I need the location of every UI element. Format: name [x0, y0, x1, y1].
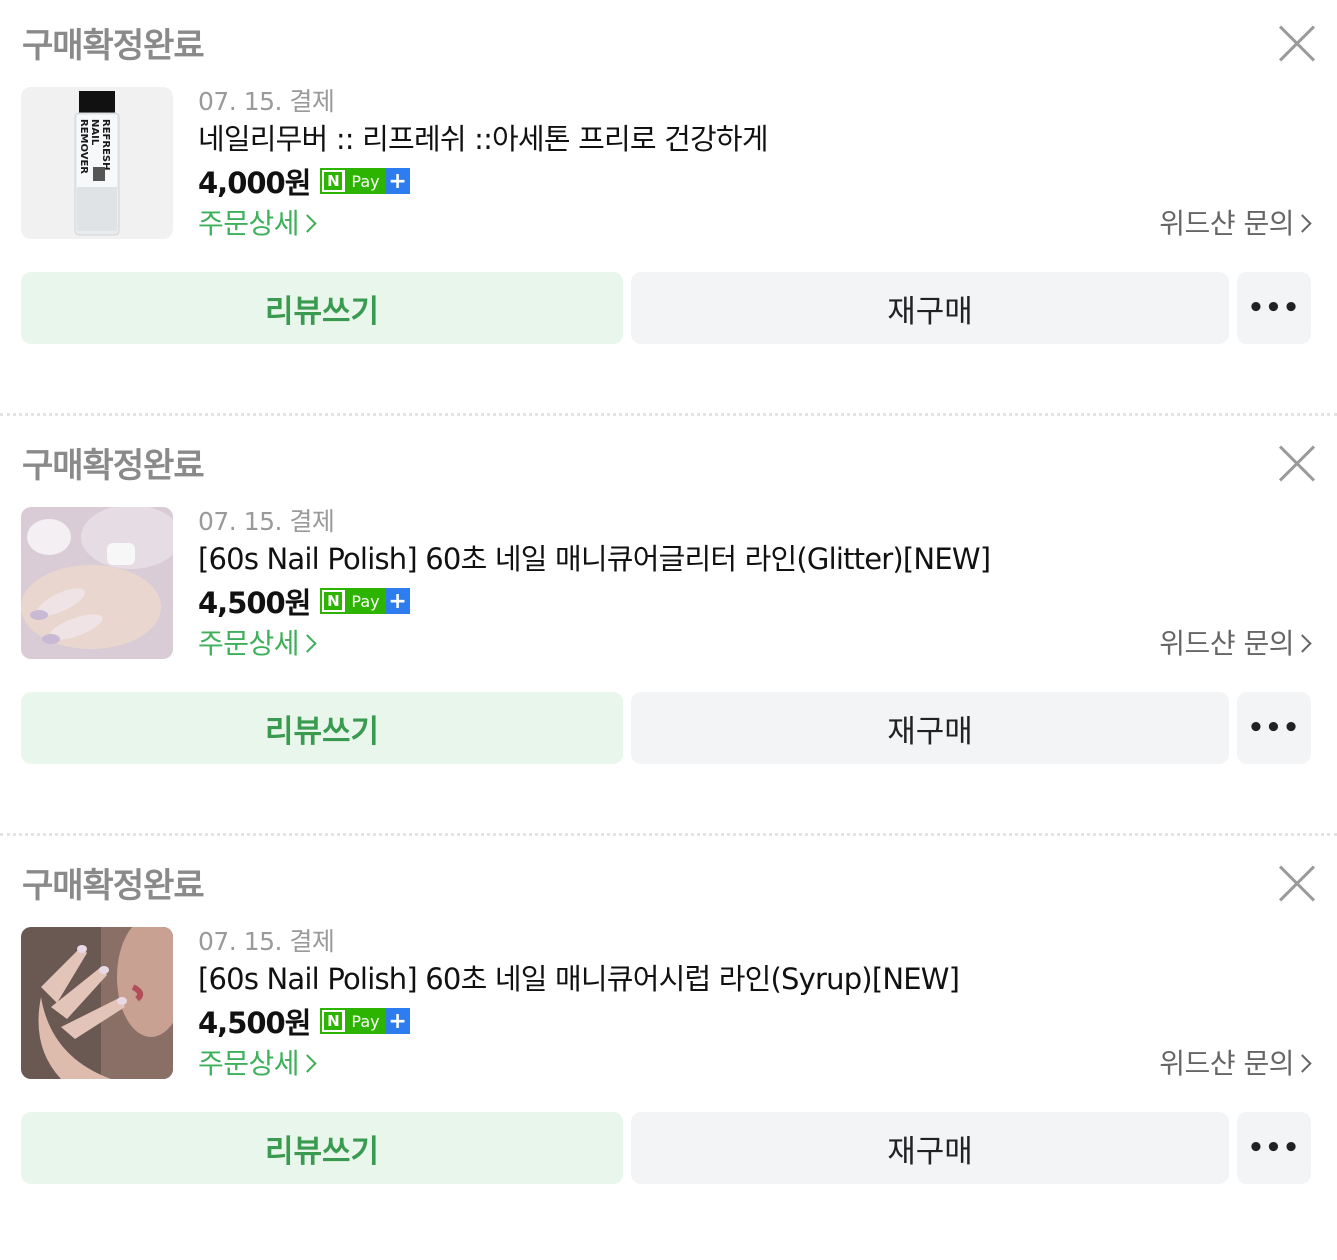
order-card: 구매확정완료 07. 15. 결제 [60s Nail Polish] 60초 …	[0, 413, 1337, 840]
price-row: 4,500원 N Pay +	[198, 1000, 410, 1042]
chevron-right-icon	[298, 1054, 317, 1073]
product-price: 4,500원	[198, 586, 311, 620]
product-thumbnail-glitter[interactable]	[21, 507, 173, 659]
manicure-hand-image	[21, 507, 173, 659]
product-title[interactable]: 네일리무버 :: 리프레쉬 ::아세톤 프리로 건강하게	[198, 116, 769, 158]
product-title[interactable]: [60s Nail Polish] 60초 네일 매니큐어글리터 라인(Glit…	[198, 536, 991, 578]
order-date: 07. 15. 결제	[198, 927, 335, 956]
product-thumbnail-nail-remover[interactable]: REFRESH NAIL REMOVER	[21, 87, 173, 239]
order-date: 07. 15. 결제	[198, 87, 335, 116]
plus-icon: +	[385, 168, 410, 194]
thumb-text-line2: NAIL	[89, 119, 100, 146]
more-options-button[interactable]: •••	[1237, 272, 1311, 344]
product-price: 4,000원	[198, 166, 311, 200]
order-status: 구매확정완료	[22, 446, 205, 486]
order-detail-label: 주문상세	[198, 207, 300, 240]
chevron-right-icon	[298, 634, 317, 653]
order-status: 구매확정완료	[22, 866, 205, 906]
order-date: 07. 15. 결제	[198, 507, 335, 536]
close-icon[interactable]	[1278, 24, 1316, 62]
order-card: 구매확정완료 REFRESH NAIL REMOVER 07. 15. 결제 네…	[0, 0, 1337, 420]
seller-inquiry-link[interactable]: 위드샨 문의	[1159, 1042, 1312, 1082]
npay-pay-label: Pay	[345, 1008, 386, 1034]
price-row: 4,000원 N Pay +	[198, 160, 410, 202]
rebuy-button[interactable]: 재구매	[631, 692, 1229, 764]
chevron-right-icon	[1293, 634, 1312, 653]
product-title[interactable]: [60s Nail Polish] 60초 네일 매니큐어시럽 라인(Syrup…	[198, 956, 960, 998]
product-thumbnail-syrup[interactable]	[21, 927, 173, 1079]
chevron-right-icon	[298, 214, 317, 233]
npay-n-icon: N	[324, 172, 343, 190]
order-detail-link[interactable]: 주문상세	[198, 1042, 317, 1082]
chevron-right-icon	[1293, 1054, 1312, 1073]
seller-inquiry-label: 위드샨 문의	[1159, 627, 1294, 660]
order-list: 구매확정완료 REFRESH NAIL REMOVER 07. 15. 결제 네…	[0, 0, 1337, 1260]
thumb-text-line1: REFRESH	[100, 119, 111, 170]
plus-icon: +	[385, 1008, 410, 1034]
chevron-right-icon	[1293, 214, 1312, 233]
price-row: 4,500원 N Pay +	[198, 580, 410, 622]
npay-plus-badge: N Pay +	[320, 168, 410, 194]
seller-inquiry-link[interactable]: 위드샨 문의	[1159, 622, 1312, 662]
seller-inquiry-label: 위드샨 문의	[1159, 207, 1294, 240]
thumb-text-line3: REMOVER	[78, 119, 89, 174]
remover-bottle-image: REFRESH NAIL REMOVER	[21, 87, 173, 239]
more-options-button[interactable]: •••	[1237, 692, 1311, 764]
close-icon[interactable]	[1278, 444, 1316, 482]
order-card: 구매확정완료 07. 15. 결제 [60s Nail Polish] 60초 …	[0, 833, 1337, 1260]
npay-plus-badge: N Pay +	[320, 1008, 410, 1034]
write-review-button[interactable]: 리뷰쓰기	[21, 1112, 623, 1184]
order-status: 구매확정완료	[22, 26, 205, 66]
rebuy-button[interactable]: 재구매	[631, 1112, 1229, 1184]
hand-face-image	[21, 927, 173, 1079]
seller-inquiry-link[interactable]: 위드샨 문의	[1159, 202, 1312, 242]
npay-pay-label: Pay	[345, 588, 386, 614]
seller-inquiry-label: 위드샨 문의	[1159, 1047, 1294, 1080]
write-review-button[interactable]: 리뷰쓰기	[21, 692, 623, 764]
npay-pay-label: Pay	[345, 168, 386, 194]
npay-n-icon: N	[324, 1012, 343, 1030]
close-icon[interactable]	[1278, 864, 1316, 902]
product-price: 4,500원	[198, 1006, 311, 1040]
order-detail-label: 주문상세	[198, 627, 300, 660]
npay-plus-badge: N Pay +	[320, 588, 410, 614]
more-options-button[interactable]: •••	[1237, 1112, 1311, 1184]
order-detail-link[interactable]: 주문상세	[198, 622, 317, 662]
rebuy-button[interactable]: 재구매	[631, 272, 1229, 344]
plus-icon: +	[385, 588, 410, 614]
write-review-button[interactable]: 리뷰쓰기	[21, 272, 623, 344]
order-detail-label: 주문상세	[198, 1047, 300, 1080]
npay-n-icon: N	[324, 592, 343, 610]
order-detail-link[interactable]: 주문상세	[198, 202, 317, 242]
